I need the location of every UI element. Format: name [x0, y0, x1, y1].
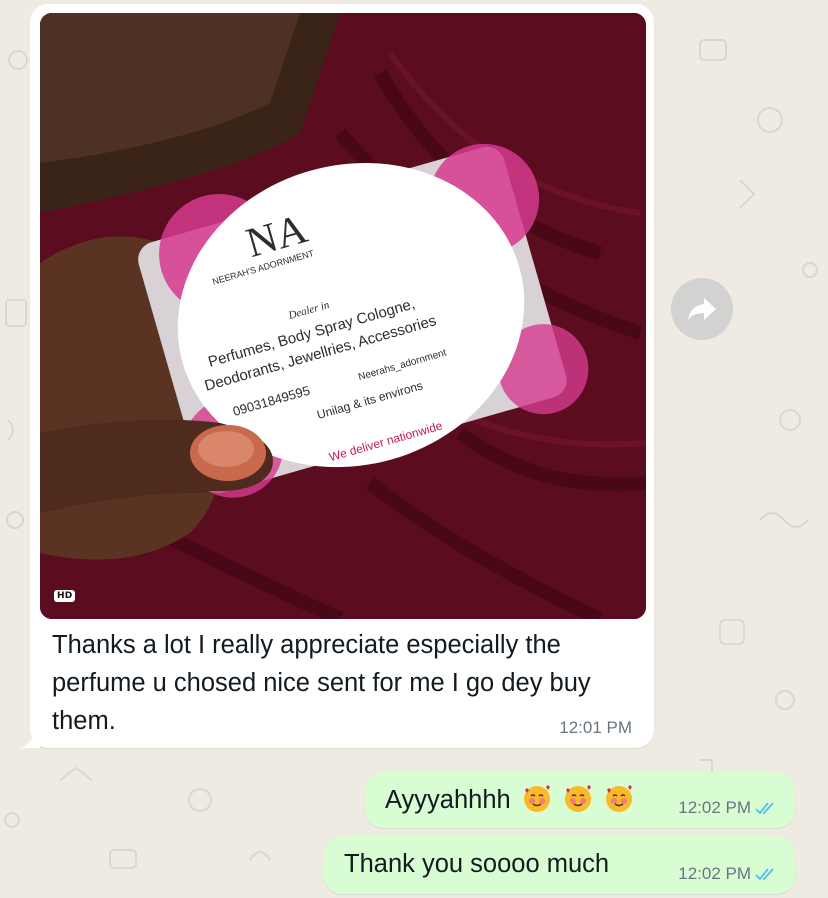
outgoing-text-content: Ayyyahhhh — [385, 786, 511, 814]
forward-arrow-icon — [688, 298, 716, 320]
outgoing-message-text: Thank you soooo much — [344, 850, 610, 878]
incoming-message-text: Thanks a lot I really appreciate especia… — [52, 631, 591, 735]
incoming-message-bubble[interactable]: NA NEERAH'S ADORNMENT Dealer in Perfumes… — [20, 4, 654, 748]
bubble-tail — [20, 732, 40, 748]
double-check-read-icon — [755, 802, 774, 815]
smiling-face-with-hearts-icon — [606, 785, 632, 812]
smiling-face-with-hearts-icon — [564, 785, 591, 812]
double-check-read-icon — [755, 868, 774, 881]
smiling-face-with-hearts-icon — [523, 785, 550, 812]
message-meta: 12:02 PM — [678, 864, 777, 884]
outgoing-message-bubble[interactable]: Ayyyahhhh 12:02 PM — [365, 772, 795, 828]
outgoing-message-bubble[interactable]: Thank you soooo much 12:02 PM — [324, 836, 795, 894]
hd-badge: HD — [54, 590, 76, 602]
incoming-timestamp: 12:01 PM — [559, 718, 632, 737]
outgoing-timestamp: 12:02 PM — [678, 798, 751, 817]
forward-button[interactable] — [671, 278, 733, 340]
message-photo[interactable]: NA NEERAH'S ADORNMENT Dealer in Perfumes… — [40, 13, 646, 619]
outgoing-timestamp: 12:02 PM — [678, 864, 751, 883]
outgoing-message-text: Ayyyahhhh — [385, 784, 634, 815]
message-meta: 12:02 PM — [678, 798, 777, 818]
